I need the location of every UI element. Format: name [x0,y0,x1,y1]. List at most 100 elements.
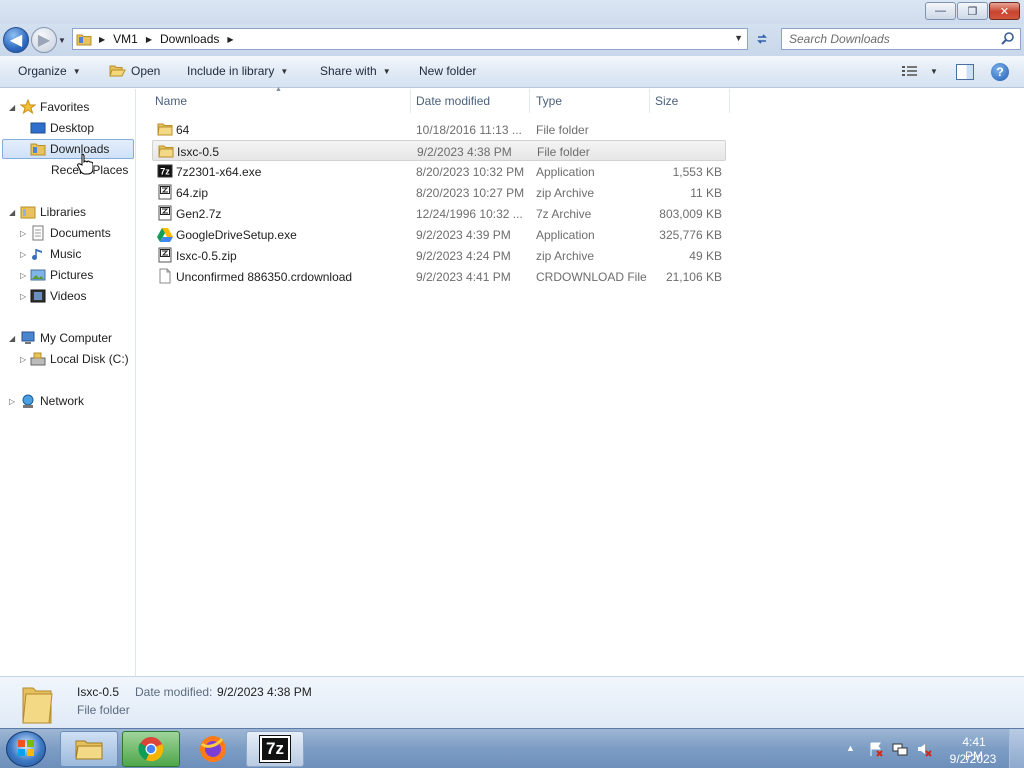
svg-text:7z: 7z [160,167,170,177]
action-center-flag-icon[interactable] [868,741,884,757]
nav-network[interactable]: Network [20,391,84,411]
breadcrumb-vm1[interactable]: VM1 [113,32,138,46]
open-button[interactable]: Open [109,64,160,78]
taskbar: 7z ▲ 4:41 PM 9/2/2023 [0,728,1024,768]
google-drive-icon [157,228,173,242]
show-hidden-icons-button[interactable]: ▲ [846,743,855,753]
taskbar-chrome-button[interactable] [122,731,180,767]
expand-arrow-icon[interactable]: ▷ [9,397,15,406]
address-bar[interactable]: ▶ VM1 ▶ Downloads ▶ ▼ [72,28,748,50]
nav-favorites[interactable]: Favorites [20,97,89,117]
open-label: Open [131,64,161,78]
videos-icon [30,289,46,303]
file-row[interactable]: 64 10/18/2016 11:13 ... File folder [152,119,726,140]
column-divider[interactable] [529,89,530,113]
file-row[interactable]: Isxc-0.5.zip 9/2/2023 4:24 PM zip Archive 4… [152,245,726,266]
clock-date[interactable]: 9/2/2023 [948,752,998,766]
file-date-modified: 8/20/2023 10:32 PM [416,165,525,179]
folder-icon [157,123,173,136]
nav-pictures[interactable]: Pictures [30,265,93,285]
collapse-arrow-icon[interactable]: ◢ [9,334,15,343]
file-row[interactable]: 7z 7z2301-x64.exe 8/20/2023 10:32 PM Applic… [152,161,726,182]
column-size[interactable]: Size [655,94,678,108]
refresh-button[interactable] [751,28,773,50]
breadcrumb-downloads[interactable]: Downloads [160,32,219,46]
nav-documents[interactable]: Documents [30,223,111,243]
column-divider[interactable] [729,89,730,113]
file-size: 49 KB [689,249,722,263]
show-desktop-button[interactable] [1009,729,1024,768]
search-input[interactable] [782,29,992,49]
file-type: zip Archive [536,249,595,263]
start-button[interactable] [6,731,46,767]
nav-music[interactable]: Music [30,244,81,264]
preview-pane-button[interactable] [956,64,974,80]
nav-downloads[interactable]: Downloads [2,139,134,159]
nav-music-label: Music [50,247,82,261]
collapse-arrow-icon[interactable]: ◢ [9,208,15,217]
nav-local-disk[interactable]: Local Disk (C:) [30,349,129,369]
back-button[interactable]: ◀ [3,27,29,53]
network-status-icon[interactable] [892,741,908,757]
close-button[interactable]: ✕ [989,2,1020,20]
file-type: File folder [537,145,590,159]
recent-pages-dropdown[interactable]: ▼ [58,36,66,45]
address-row: ◀ ▶ ▼ ▶ VM1 ▶ Downloads ▶ ▼ [0,24,1024,56]
minimize-button[interactable]: — [925,2,956,20]
file-row[interactable]: Gen2.7z 12/24/1996 10:32 ... 7z Archive 803… [152,203,726,224]
column-divider[interactable] [410,89,411,113]
expand-arrow-icon[interactable]: ▷ [20,250,26,259]
file-row[interactable]: GoogleDriveSetup.exe 9/2/2023 4:39 PM Appl… [152,224,726,245]
computer-icon [21,331,35,344]
file-size: 325,776 KB [659,228,722,242]
file-name: GoogleDriveSetup.exe [176,228,297,242]
firefox-icon [200,736,226,762]
nav-desktop[interactable]: Desktop [30,118,94,138]
column-header-row: ▲ Name Date modified Type Size [137,86,1024,113]
help-button[interactable]: ? [991,63,1009,81]
forward-button[interactable]: ▶ [31,27,57,53]
volume-muted-icon[interactable] [916,741,932,757]
nav-local-disk-label: Local Disk (C:) [50,352,129,366]
nav-videos[interactable]: Videos [30,286,86,306]
nav-my-computer-label: My Computer [40,331,113,345]
expand-arrow-icon[interactable]: ▷ [20,229,26,238]
column-name[interactable]: Name [155,94,187,108]
organize-button[interactable]: Organize ▼ [18,64,81,78]
search-icon[interactable] [1000,31,1016,47]
file-type: 7z Archive [536,207,592,221]
address-dropdown[interactable]: ▼ [734,33,743,43]
nav-my-computer[interactable]: My Computer [20,328,112,348]
file-name: 64 [176,123,190,137]
column-divider[interactable] [649,89,650,113]
file-row[interactable]: 64.zip 8/20/2023 10:27 PM zip Archive 11 KB [152,182,726,203]
column-type[interactable]: Type [536,94,562,108]
file-date-modified: 8/20/2023 10:27 PM [416,186,525,200]
taskbar-firefox-button[interactable] [184,731,242,767]
file-size: 1,553 KB [672,165,722,179]
share-with-button[interactable]: Share with ▼ [320,64,391,78]
expand-arrow-icon[interactable]: ▷ [20,292,26,301]
star-icon [20,99,36,115]
breadcrumb-separator[interactable]: ▶ [227,35,233,44]
taskbar-7zip-button[interactable]: 7z [246,731,304,767]
breadcrumb-separator[interactable]: ▶ [146,35,152,44]
title-bar: — ❐ ✕ [0,0,1024,24]
include-in-library-button[interactable]: Include in library ▼ [187,64,288,78]
collapse-arrow-icon[interactable]: ◢ [9,103,15,112]
change-view-button[interactable]: ▼ [902,65,938,77]
file-row[interactable]: Unconfirmed 886350.crdownload 9/2/2023 4:… [152,266,726,287]
new-folder-button[interactable]: New folder [419,64,476,78]
network-icon [22,394,34,408]
open-folder-icon [109,65,126,77]
nav-libraries[interactable]: Libraries [20,202,86,222]
7zip-icon: 7z [259,735,291,763]
column-date-modified[interactable]: Date modified [416,94,490,108]
file-row[interactable]: Isxc-0.5 9/2/2023 4:38 PM File folder [152,140,726,161]
archive-icon [158,205,172,221]
expand-arrow-icon[interactable]: ▷ [20,355,26,364]
expand-arrow-icon[interactable]: ▷ [20,271,26,280]
taskbar-explorer-button[interactable] [60,731,118,767]
maximize-button[interactable]: ❐ [957,2,988,20]
breadcrumb-separator[interactable]: ▶ [99,35,105,44]
